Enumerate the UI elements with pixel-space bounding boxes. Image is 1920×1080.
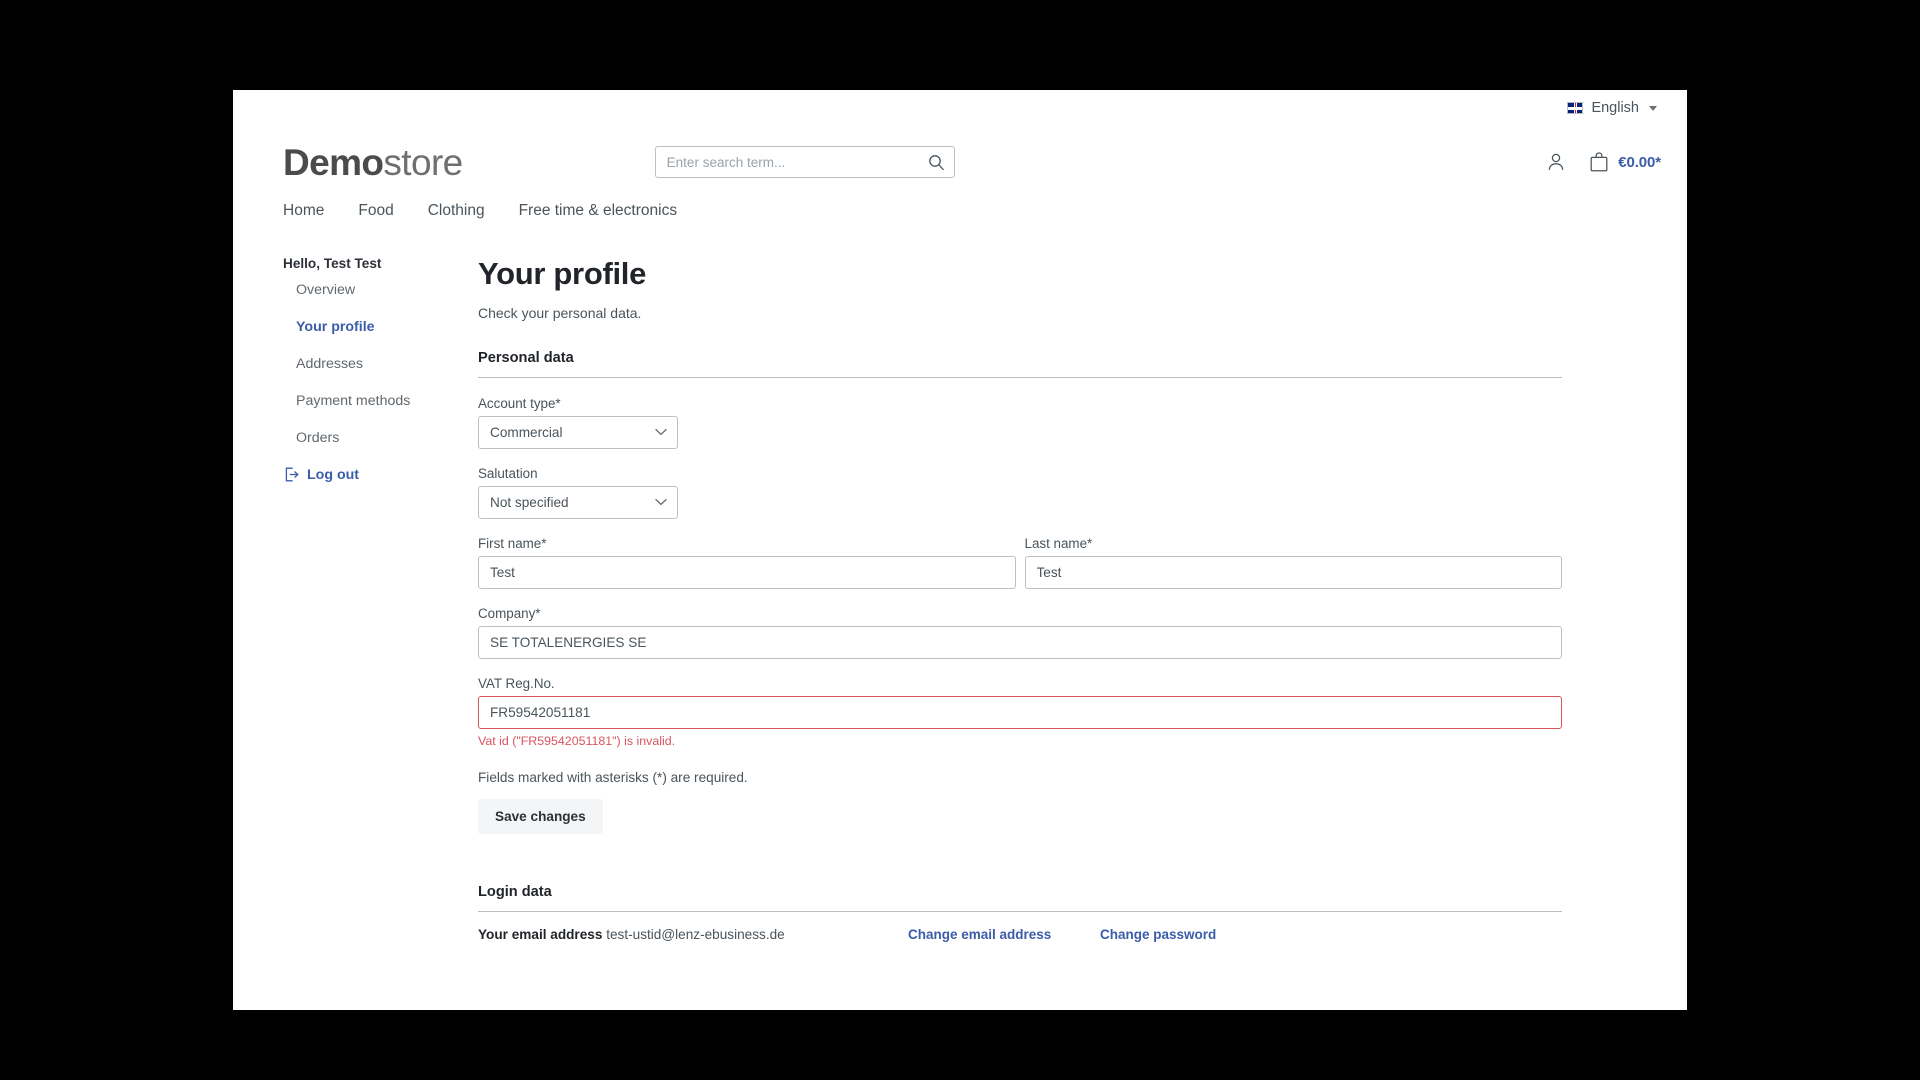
field-account-type: Account type*	[478, 396, 1562, 449]
vat-input[interactable]	[478, 696, 1562, 729]
page-subtitle: Check your personal data.	[478, 305, 642, 321]
list-item: Payment methods	[296, 392, 478, 410]
account-type-select-wrapper	[478, 416, 678, 449]
search-icon	[929, 154, 945, 170]
page-content: Hello, Test Test Overview Your profile A…	[233, 234, 1687, 944]
section-title-login-data: Login data	[478, 884, 552, 900]
required-fields-note: Fields marked with asterisks (*) are req…	[478, 770, 748, 785]
login-data-row: Your email address test-ustid@lenz-ebusi…	[478, 912, 1562, 944]
login-data-section: Login data Your email address test-ustid…	[478, 884, 1562, 944]
sidebar-greeting: Hello, Test Test	[283, 256, 382, 271]
list-item: Overview	[296, 281, 478, 299]
email-block: Your email address test-ustid@lenz-ebusi…	[478, 927, 908, 942]
email-address-label: Your email address	[478, 927, 603, 942]
company-label: Company*	[478, 606, 541, 621]
sidebar-item-your-profile[interactable]: Your profile	[296, 319, 375, 335]
last-name-label: Last name*	[1024, 536, 1093, 551]
main-navigation: Home Food Clothing Free time & electroni…	[233, 192, 1687, 234]
logout-icon	[285, 467, 299, 482]
field-vat-reg-no: VAT Reg.No. Vat id ("FR59542051181") is …	[478, 676, 1562, 748]
sidebar-item-overview[interactable]: Overview	[296, 282, 355, 298]
salutation-select-wrapper	[478, 486, 678, 519]
change-email-address-link[interactable]: Change email address	[908, 927, 1051, 942]
search-input[interactable]	[654, 146, 955, 178]
change-password-link[interactable]: Change password	[1100, 927, 1216, 942]
first-name-input[interactable]	[478, 556, 1016, 589]
nav-item-home[interactable]: Home	[283, 202, 324, 220]
field-salutation: Salutation	[478, 466, 1562, 519]
shopping-bag-icon	[1590, 152, 1608, 172]
vat-error-message: Vat id ("FR59542051181") is invalid.	[478, 734, 676, 748]
nav-item-food[interactable]: Food	[358, 202, 393, 220]
last-name-input[interactable]	[1024, 556, 1562, 589]
section-title-personal-data: Personal data	[478, 350, 574, 366]
browser-viewport: English Demostore Enter search term... €…	[233, 90, 1687, 1010]
sidebar-item-addresses[interactable]: Addresses	[296, 356, 363, 372]
cart-button[interactable]: €0.00*	[1589, 151, 1661, 173]
list-item: Your profile	[296, 318, 478, 336]
first-name-label: First name*	[478, 536, 547, 551]
nav-item-clothing[interactable]: Clothing	[428, 202, 485, 220]
sidebar-item-orders[interactable]: Orders	[296, 430, 339, 446]
account-sidebar: Hello, Test Test Overview Your profile A…	[233, 256, 478, 944]
list-item: Orders	[296, 429, 478, 447]
language-label: English	[1591, 100, 1639, 116]
cart-amount: €0.00*	[1618, 153, 1661, 171]
account-type-select[interactable]	[478, 416, 678, 449]
language-switcher[interactable]: English	[1563, 98, 1661, 118]
top-utility-bar: English	[233, 90, 1687, 126]
uk-flag-icon	[1567, 102, 1584, 114]
salutation-select[interactable]	[478, 486, 678, 519]
salutation-label: Salutation	[478, 466, 538, 481]
field-company: Company*	[478, 606, 1562, 659]
account-type-label: Account type*	[478, 396, 561, 411]
page-title: Your profile	[478, 256, 647, 291]
account-area: €0.00*	[1545, 151, 1661, 173]
save-changes-button[interactable]: Save changes	[478, 799, 603, 834]
section-divider	[478, 377, 1562, 378]
field-first-name: First name*	[478, 536, 1016, 589]
nav-item-free-time-electronics[interactable]: Free time & electronics	[519, 202, 678, 220]
change-password-slot: Change password	[1100, 926, 1216, 944]
main-column: Your profile Check your personal data. P…	[478, 256, 1687, 944]
logo-text-primary: Demo	[283, 141, 384, 183]
sidebar-menu: Overview Your profile Addresses Payment …	[283, 281, 478, 447]
sidebar-item-payment-methods[interactable]: Payment methods	[296, 393, 410, 409]
logout-label: Log out	[307, 466, 359, 483]
email-address-value: test-ustid@lenz-ebusiness.de	[606, 927, 785, 942]
logout-button[interactable]: Log out	[283, 466, 478, 483]
chevron-down-icon	[1649, 105, 1657, 111]
logo-text-secondary: store	[383, 141, 463, 183]
change-email-slot: Change email address	[908, 926, 1100, 944]
account-button[interactable]	[1545, 151, 1567, 173]
user-icon	[1548, 153, 1564, 171]
site-logo[interactable]: Demostore	[283, 144, 463, 181]
list-item: Addresses	[296, 355, 478, 373]
company-input[interactable]	[478, 626, 1562, 659]
vat-label: VAT Reg.No.	[478, 676, 555, 691]
name-row: First name* Last name*	[478, 536, 1562, 606]
search-button[interactable]	[920, 147, 954, 177]
field-last-name: Last name*	[1024, 536, 1562, 589]
site-header: Demostore Enter search term... €0.00*	[233, 126, 1687, 192]
search-container	[654, 146, 955, 178]
